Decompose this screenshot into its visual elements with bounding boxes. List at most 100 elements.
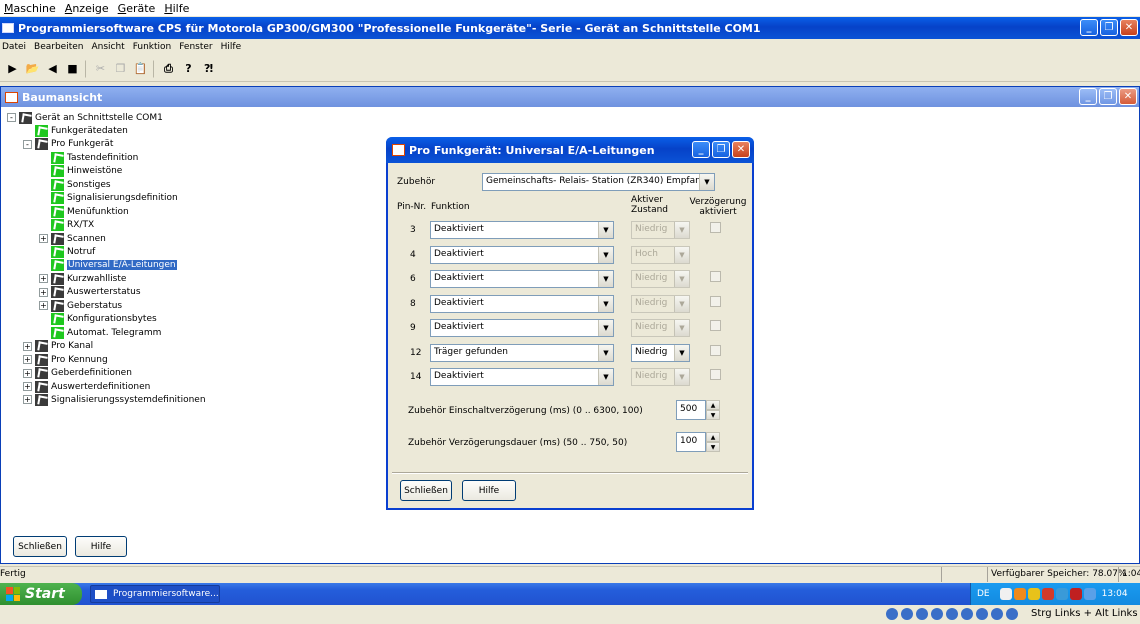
open-icon[interactable]: 📂 (23, 59, 42, 78)
verzoegerung-checkbox[interactable] (710, 271, 721, 282)
host-menu-geraete[interactable]: Geräte (118, 2, 156, 15)
verz-input[interactable]: 100 (676, 432, 706, 452)
chevron-down-icon[interactable]: ▼ (598, 271, 613, 287)
expand-icon[interactable]: + (39, 274, 48, 284)
dialog-maximize-button[interactable]: ❐ (712, 141, 730, 158)
funktion-select[interactable]: Träger gefunden ▼ (430, 343, 614, 362)
spin-down-icon[interactable]: ▼ (706, 442, 720, 452)
dialog-close-button[interactable]: ✕ (732, 141, 750, 158)
vm-usb-icon[interactable] (916, 608, 928, 620)
start-button[interactable]: Start (0, 583, 82, 605)
host-menu-anzeige[interactable]: Anzeige (65, 2, 109, 15)
tree-node[interactable]: + Auswerterdefinitionen (23, 380, 150, 393)
tree-node[interactable]: + Geberstatus (39, 299, 122, 312)
expand-icon[interactable]: + (23, 368, 32, 378)
tree-node[interactable]: Hinweistöne (51, 165, 122, 178)
menu-hilfe[interactable]: Hilfe (221, 42, 241, 52)
help-icon[interactable]: ? (179, 59, 198, 78)
tree-node[interactable]: Sonstiges (51, 178, 111, 191)
dialog-minimize-button[interactable]: _ (692, 141, 710, 158)
tree-node[interactable]: + Auswerterstatus (39, 286, 141, 299)
context-help-icon[interactable]: ⁈ (199, 59, 218, 78)
collapse-icon[interactable]: - (23, 139, 32, 149)
vm-folder-icon[interactable] (931, 608, 943, 620)
copy-icon[interactable]: ❐ (111, 59, 130, 78)
zubehoer-select[interactable]: Gemeinschafts- Relais- Station (ZR340) E… (482, 173, 715, 191)
tree-node[interactable]: Funkgerätedaten (35, 124, 128, 137)
tree-node[interactable]: Automat. Telegramm (51, 326, 161, 339)
dialog-close-button-bottom[interactable]: Schließen (400, 480, 452, 501)
einschalt-spinner[interactable]: 500 ▲ ▼ (676, 400, 720, 420)
tree-node[interactable]: + Signalisierungssystemdefinitionen (23, 393, 206, 406)
tree-node[interactable]: - Gerät an Schnittstelle COM1 (7, 111, 163, 124)
expand-icon[interactable]: + (39, 301, 48, 311)
menu-datei[interactable]: Datei (2, 42, 26, 52)
verzoegerung-checkbox[interactable] (710, 344, 721, 356)
chevron-down-icon[interactable]: ▼ (598, 320, 613, 336)
einschalt-input[interactable]: 500 (676, 400, 706, 420)
expand-icon[interactable]: + (23, 395, 32, 405)
vm-display-icon[interactable] (961, 608, 973, 620)
tree-help-button[interactable]: Hilfe (75, 536, 127, 557)
spin-up-icon[interactable]: ▲ (706, 432, 720, 442)
print-icon[interactable]: ⎙ (159, 59, 178, 78)
zustand-select[interactable]: Niedrig ▼ (631, 343, 690, 362)
tray-alert-icon[interactable] (1069, 588, 1082, 600)
tree-node[interactable]: - Pro Funkgerät (23, 138, 113, 151)
vm-cd-icon[interactable] (901, 608, 913, 620)
menu-ansicht[interactable]: Ansicht (91, 42, 124, 52)
collapse-icon[interactable]: - (7, 113, 16, 122)
expand-icon[interactable]: + (23, 355, 32, 365)
funktion-select[interactable]: Deaktiviert ▼ (430, 245, 614, 264)
vm-record-icon[interactable] (976, 608, 988, 620)
tree-close-button[interactable]: ✕ (1119, 88, 1137, 105)
taskbar-item-programmiersoftware[interactable]: Programmiersoftware... (90, 585, 220, 603)
tray-shield-icon[interactable] (1027, 588, 1040, 600)
chevron-down-icon[interactable]: ▼ (598, 369, 613, 385)
minimize-button[interactable]: _ (1080, 19, 1098, 36)
tree-node[interactable]: + Pro Kennung (23, 353, 108, 366)
tree-maximize-button[interactable]: ❐ (1099, 88, 1117, 105)
tree-node[interactable]: Signalisierungsdefinition (51, 192, 178, 205)
tray-app-icon[interactable] (1013, 588, 1026, 600)
expand-icon[interactable]: + (23, 341, 32, 351)
verzoegerung-checkbox[interactable] (710, 222, 721, 233)
vm-mouse-icon[interactable] (1006, 608, 1018, 620)
tree-node[interactable]: Konfigurationsbytes (51, 313, 157, 326)
spin-up-icon[interactable]: ▲ (706, 400, 720, 410)
close-button[interactable]: ✕ (1120, 19, 1138, 36)
tree-node[interactable]: Tastendefinition (51, 151, 138, 164)
tray-security-icon[interactable] (1041, 588, 1054, 600)
language-indicator[interactable]: DE (977, 589, 990, 599)
chevron-down-icon[interactable]: ▼ (598, 295, 613, 312)
chevron-down-icon[interactable]: ▼ (674, 344, 689, 361)
vm-settings-icon[interactable] (991, 608, 1003, 620)
expand-icon[interactable]: + (23, 382, 32, 391)
tray-network-icon[interactable] (1055, 588, 1068, 600)
menu-funktion[interactable]: Funktion (133, 42, 172, 52)
expand-icon[interactable]: + (39, 287, 48, 297)
funktion-select[interactable]: Deaktiviert ▼ (430, 368, 614, 386)
tree-node[interactable]: + Kurzwahlliste (39, 272, 126, 285)
paste-icon[interactable]: 📋 (131, 59, 150, 78)
funktion-select[interactable]: Deaktiviert ▼ (430, 270, 614, 288)
menu-fenster[interactable]: Fenster (179, 42, 212, 52)
expand-icon[interactable]: + (39, 234, 48, 244)
new-icon[interactable]: ▶ (3, 59, 22, 78)
tree-node[interactable]: + Pro Kanal (23, 340, 93, 353)
tree-node[interactable]: + Scannen (39, 232, 106, 245)
verzoegerung-checkbox[interactable] (710, 295, 721, 307)
vm-network-icon[interactable] (946, 608, 958, 620)
chevron-down-icon[interactable]: ▼ (598, 344, 613, 361)
back-icon[interactable]: ◀ (43, 59, 62, 78)
restore-button[interactable]: ❐ (1100, 19, 1118, 36)
verz-spinner[interactable]: 100 ▲ ▼ (676, 432, 720, 452)
tree-node[interactable]: Menüfunktion (51, 205, 129, 218)
tray-volume-icon[interactable] (1083, 588, 1096, 600)
menu-bearbeiten[interactable]: Bearbeiten (34, 42, 83, 52)
vm-disk-icon[interactable] (886, 608, 898, 620)
tree-node[interactable]: Notruf (51, 246, 95, 259)
dialog-help-button[interactable]: Hilfe (462, 480, 516, 501)
cut-icon[interactable]: ✂ (91, 59, 110, 78)
tree-close-button-bottom[interactable]: Schließen (13, 536, 67, 557)
